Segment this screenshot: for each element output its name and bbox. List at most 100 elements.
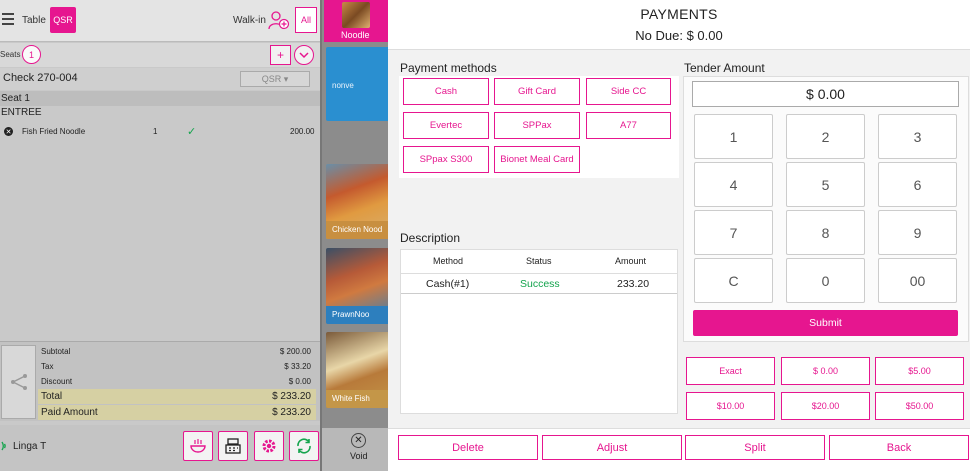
column-method: Method — [433, 256, 464, 266]
row-method: Cash(#1) — [426, 278, 470, 290]
method-sppax-button[interactable]: SPPax — [494, 112, 580, 139]
keypad-4[interactable]: 4 — [694, 162, 773, 207]
subtotal-label: Subtotal — [41, 347, 71, 356]
menu-card-label: PrawnNoo — [326, 306, 390, 324]
settings-button[interactable] — [254, 431, 284, 461]
menu-card-label: nonve — [332, 81, 354, 90]
all-button[interactable]: All — [295, 7, 317, 33]
total-row: Total $ 233.20 — [38, 389, 316, 404]
tender-amount-label: Tender Amount — [684, 61, 765, 75]
keypad-0[interactable]: 0 — [786, 258, 865, 303]
keypad-3[interactable]: 3 — [878, 114, 957, 159]
menu-card[interactable]: Chicken Nood — [326, 164, 390, 239]
keypad-6[interactable]: 6 — [878, 162, 957, 207]
method-sppax-s300-button[interactable]: SPpax S300 — [403, 146, 489, 173]
tax-label: Tax — [41, 362, 54, 371]
subtotal-row: Subtotal $ 200.00 — [38, 344, 316, 359]
seats-label: Seats — [0, 50, 21, 59]
order-type-select[interactable]: QSR ▾ — [240, 71, 310, 87]
quick-5-button[interactable]: $5.00 — [875, 357, 964, 385]
quick-20-button[interactable]: $20.00 — [781, 392, 870, 420]
noodle-thumbnail — [342, 2, 370, 28]
paid-label: Paid Amount — [41, 407, 98, 418]
seat-heading[interactable]: Seat 1 — [0, 91, 320, 106]
add-customer-icon[interactable] — [268, 10, 290, 30]
due-amount: No Due: $ 0.00 — [635, 28, 723, 43]
sent-check-icon: ✓ — [187, 126, 197, 138]
method-cash-button[interactable]: Cash — [403, 78, 489, 105]
keypad-9[interactable]: 9 — [878, 210, 957, 255]
total-value: $ 233.20 — [272, 391, 311, 402]
table-row[interactable]: Cash(#1) Success 233.20 — [401, 274, 677, 294]
seats-bar: Seats 1 + — [0, 43, 320, 67]
seat-count-badge[interactable]: 1 — [22, 45, 41, 64]
delete-button[interactable]: Delete — [398, 435, 538, 460]
wifi-icon — [1, 441, 6, 451]
keypad-7[interactable]: 7 — [694, 210, 773, 255]
remove-item-icon[interactable]: ✕ — [4, 127, 13, 136]
order-food-button[interactable] — [183, 431, 213, 461]
item-price: 200.00 — [290, 127, 315, 136]
payments-header: PAYMENTS No Due: $ 0.00 — [388, 0, 970, 50]
quick-exact-button[interactable]: Exact — [686, 357, 775, 385]
payment-description-table: Method Status Amount Cash(#1) Success 23… — [400, 249, 678, 414]
chevron-down-icon — [299, 51, 309, 58]
keypad-1[interactable]: 1 — [694, 114, 773, 159]
method-a77-button[interactable]: A77 — [586, 112, 671, 139]
payments-modal: PAYMENTS No Due: $ 0.00 Payment methods … — [388, 0, 970, 471]
method-evertec-button[interactable]: Evertec — [403, 112, 489, 139]
check-bar: Check 270-004 QSR ▾ — [0, 68, 320, 90]
method-side-cc-button[interactable]: Side CC — [586, 78, 671, 105]
expand-button[interactable] — [294, 45, 314, 65]
paid-value: $ 233.20 — [272, 407, 311, 418]
method-bionet-meal-card-button[interactable]: Bionet Meal Card — [494, 146, 580, 173]
gear-icon — [262, 439, 276, 453]
tax-value: $ 33.20 — [284, 362, 311, 371]
tax-row: Tax $ 33.20 — [38, 359, 316, 374]
tender-amount-input[interactable]: $ 0.00 — [692, 81, 959, 107]
cash-register-icon — [225, 438, 241, 454]
course-label: ENTREE — [1, 107, 42, 118]
food-bowl-icon — [190, 439, 206, 453]
close-icon: ✕ — [351, 433, 366, 448]
keypad-5[interactable]: 5 — [786, 162, 865, 207]
split-button[interactable]: Split — [685, 435, 825, 460]
refresh-icon — [297, 438, 311, 454]
split-share-button[interactable] — [1, 345, 36, 419]
table-header: Method Status Amount — [401, 250, 677, 274]
adjust-button[interactable]: Adjust — [542, 435, 682, 460]
keypad-00[interactable]: 00 — [878, 258, 957, 303]
paid-row: Paid Amount $ 233.20 — [38, 405, 316, 420]
quick-0-button[interactable]: $ 0.00 — [781, 357, 870, 385]
discount-value: $ 0.00 — [288, 377, 311, 386]
totals-panel: Subtotal $ 200.00 Tax $ 33.20 Discount $… — [0, 341, 320, 421]
menu-card[interactable]: nonve — [326, 47, 390, 121]
cash-register-button[interactable] — [218, 431, 248, 461]
menu-strip: Noodle nonve Chicken Nood PrawnNoo White… — [320, 0, 390, 471]
category-tab-label: Noodle — [341, 30, 370, 40]
item-name: Fish Fried Noodle — [22, 127, 86, 136]
share-icon — [10, 374, 27, 390]
menu-card[interactable]: White Fish — [326, 332, 390, 408]
quick-50-button[interactable]: $50.00 — [875, 392, 964, 420]
menu-card-label: White Fish — [326, 390, 390, 408]
pos-top-bar: Table QSR Walk-in All — [0, 0, 320, 42]
refresh-button[interactable] — [289, 431, 319, 461]
table-label[interactable]: Table — [22, 15, 46, 26]
menu-card[interactable]: PrawnNoo — [326, 248, 390, 324]
keypad-clear[interactable]: C — [694, 258, 773, 303]
quick-10-button[interactable]: $10.00 — [686, 392, 775, 420]
keypad-8[interactable]: 8 — [786, 210, 865, 255]
method-gift-card-button[interactable]: Gift Card — [494, 78, 580, 105]
keypad-2[interactable]: 2 — [786, 114, 865, 159]
qsr-button[interactable]: QSR — [50, 7, 76, 33]
submit-button[interactable]: Submit — [693, 310, 958, 336]
add-seat-button[interactable]: + — [270, 45, 291, 65]
payments-footer: Delete Adjust Split Back — [388, 428, 970, 471]
order-item-row[interactable]: ✕ Fish Fried Noodle 1 ✓ 200.00 — [0, 125, 320, 141]
back-button[interactable]: Back — [829, 435, 969, 460]
void-button[interactable]: ✕ Void — [322, 428, 390, 471]
category-tab-noodle[interactable]: Noodle — [324, 0, 388, 42]
menu-icon[interactable] — [2, 13, 14, 27]
pos-bottom-bar: Linga T — [0, 425, 320, 471]
